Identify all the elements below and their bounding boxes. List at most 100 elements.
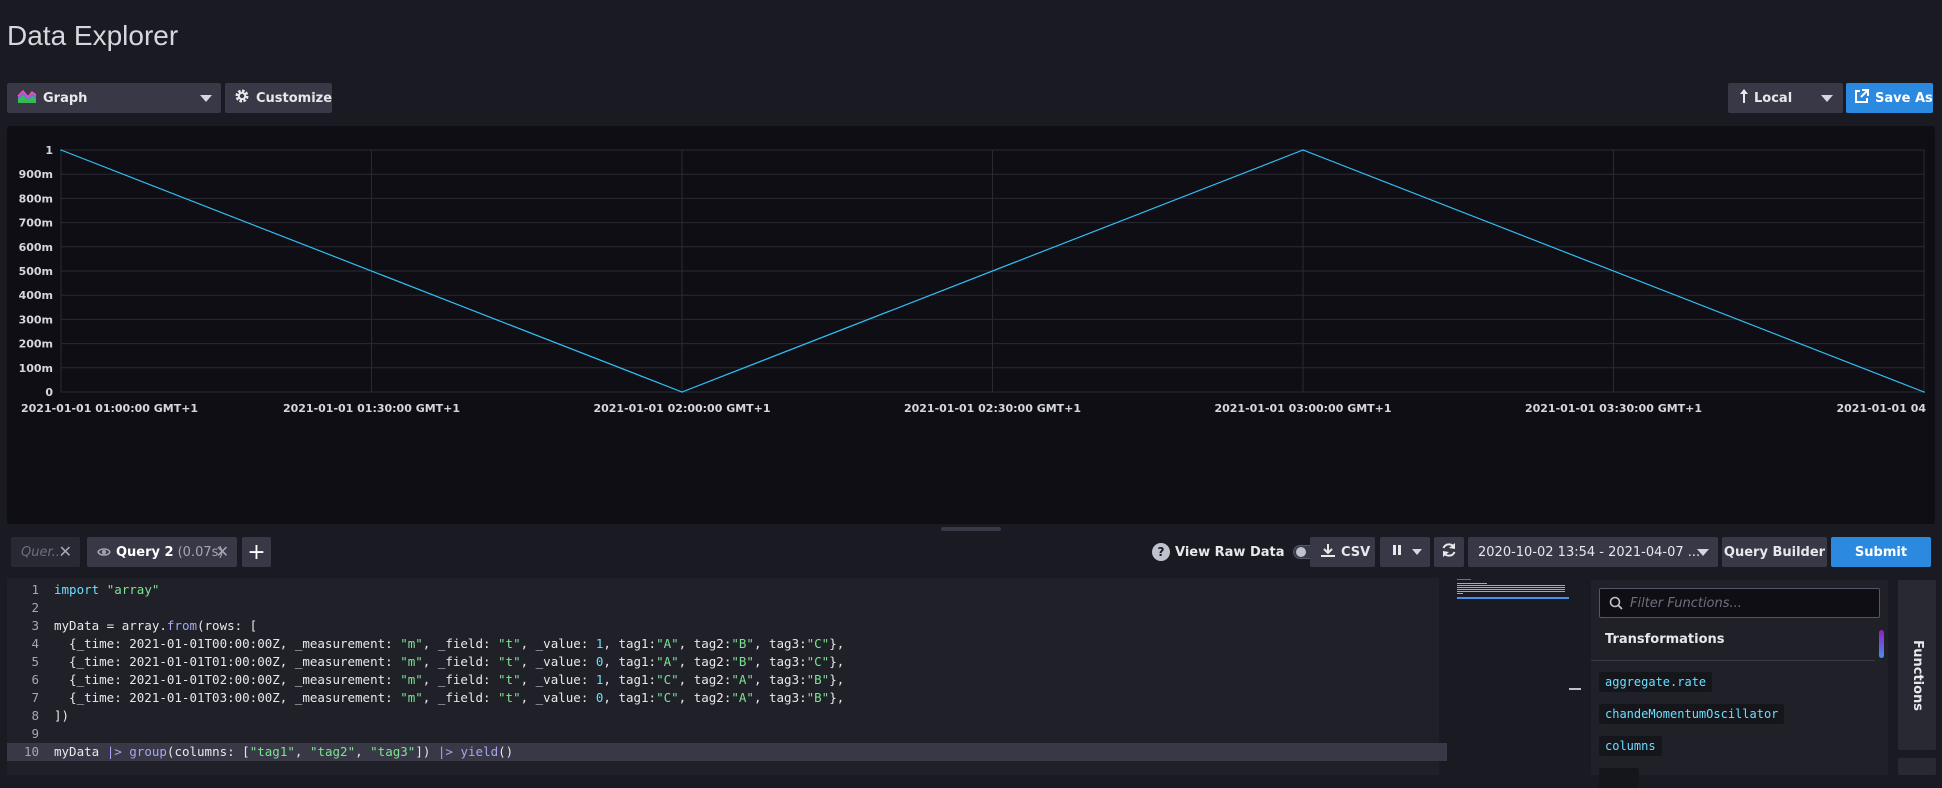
download-icon: [1321, 543, 1335, 561]
x-tick-label: 2021-01-01 02:00:00 GMT+1: [593, 402, 770, 415]
function-item-chande-momentum-oscillator[interactable]: chandeMomentumOscillator: [1599, 704, 1785, 724]
code-line[interactable]: 2: [7, 599, 1447, 617]
y-tick-label: 100m: [19, 362, 53, 375]
chevron-down-icon: [1697, 549, 1709, 556]
pause-icon: [1392, 544, 1402, 560]
code-text: {_time: 2021-01-01T03:00:00Z, _measureme…: [54, 690, 845, 705]
code-text: myData |> group(columns: ["tag1", "tag2"…: [54, 744, 514, 759]
y-tick-label: 800m: [19, 192, 53, 205]
chevron-down-icon: [200, 95, 212, 102]
data-point: [1923, 391, 1925, 393]
question-icon: ?: [1152, 543, 1170, 561]
graph-panel[interactable]: 0 100m 200m 300m 400m 500m 600m 700m 800m 900m 1 20…: [7, 126, 1935, 524]
refresh-button[interactable]: [1434, 537, 1464, 567]
line-number: 9: [31, 726, 39, 741]
x-tick-label: 2021-01-01 04: [1837, 402, 1927, 415]
query-tab-label: Quer...: [21, 544, 65, 560]
line-number: 10: [23, 744, 39, 759]
code-text: {_time: 2021-01-01T01:00:00Z, _measureme…: [54, 654, 845, 669]
functions-scrollbar[interactable]: [1879, 630, 1884, 658]
view-raw-data-toggle[interactable]: ? View Raw Data: [1152, 537, 1321, 567]
minimap-slider[interactable]: [1569, 688, 1581, 690]
function-item-columns[interactable]: columns: [1599, 736, 1662, 756]
filter-functions-placeholder: Filter Functions...: [1630, 595, 1742, 611]
y-tick-label: 900m: [19, 168, 53, 181]
close-icon[interactable]: ✕: [59, 544, 72, 560]
page-title: Data Explorer: [7, 20, 179, 51]
query-tab-label: Query 2: [116, 544, 174, 560]
line-number: 2: [31, 600, 39, 615]
line-number: 6: [31, 672, 39, 687]
code-text: {_time: 2021-01-01T00:00:00Z, _measureme…: [54, 636, 845, 651]
variables-side-tab[interactable]: [1898, 758, 1936, 775]
y-tick-label: 1: [45, 144, 53, 157]
submit-button[interactable]: Submit: [1831, 537, 1931, 567]
query-tab-2[interactable]: Query 2 (0.07s) ✕: [87, 537, 237, 567]
line-number: 7: [31, 690, 39, 705]
code-line[interactable]: 1 import "array": [7, 581, 1447, 599]
search-icon: [1609, 596, 1623, 614]
save-as-label: Save As: [1875, 90, 1933, 106]
y-tick-label: 300m: [19, 313, 53, 326]
code-line[interactable]: 8]): [7, 707, 1447, 725]
pin-icon: [1740, 89, 1748, 107]
line-number: 1: [31, 582, 39, 597]
code-line[interactable]: 6 {_time: 2021-01-01T02:00:00Z, _measure…: [7, 671, 1447, 689]
csv-download-button[interactable]: CSV: [1310, 537, 1375, 567]
y-tick-label: 200m: [19, 338, 53, 351]
save-as-button[interactable]: Save As: [1846, 83, 1933, 113]
timezone-label: Local: [1754, 90, 1793, 106]
functions-side-tab-label: Functions: [1910, 640, 1925, 712]
customize-button[interactable]: Customize: [225, 83, 332, 113]
code-line[interactable]: 5 {_time: 2021-01-01T01:00:00Z, _measure…: [7, 653, 1447, 671]
flux-code-editor[interactable]: 1 import "array" 2 3 myData = array.from(row…: [7, 578, 1447, 775]
code-text: myData = array.from(rows: [: [54, 618, 258, 633]
function-group-heading: Transformations: [1605, 632, 1725, 647]
timezone-dropdown[interactable]: Local: [1728, 83, 1843, 113]
code-line[interactable]: 3 myData = array.from(rows: [: [7, 617, 1447, 635]
function-item-aggregate-rate[interactable]: aggregate.rate: [1599, 672, 1713, 692]
export-icon: [1854, 88, 1869, 108]
y-tick-label: 600m: [19, 241, 53, 254]
graph-type-icon: [17, 88, 37, 108]
code-line[interactable]: 7 {_time: 2021-01-01T03:00:00Z, _measure…: [7, 689, 1447, 707]
divider: [1591, 660, 1875, 661]
query-builder-button[interactable]: Query Builder: [1722, 537, 1827, 567]
code-line[interactable]: 10 myData |> group(columns: ["tag1", "tag…: [7, 743, 1447, 761]
query-tab-1[interactable]: Quer... ✕: [11, 537, 80, 567]
code-text: {_time: 2021-01-01T02:00:00Z, _measureme…: [54, 672, 845, 687]
time-range-label: 2020-10-02 13:54 - 2021-04-07 ...: [1478, 544, 1701, 560]
y-tick-label: 0: [45, 386, 53, 399]
autorefresh-dropdown[interactable]: [1380, 537, 1430, 567]
function-item-partial[interactable]: [1599, 768, 1639, 788]
close-icon[interactable]: ✕: [216, 544, 229, 560]
y-tick-label: 700m: [19, 217, 53, 230]
data-point: [1302, 149, 1304, 151]
x-tick-label: 2021-01-01 01:30:00 GMT+1: [283, 402, 460, 415]
line-number: 4: [31, 636, 39, 651]
code-text: ]): [54, 708, 70, 723]
x-tick-label: 2021-01-01 01:00:00 GMT+1: [21, 402, 198, 415]
visualization-type-dropdown[interactable]: Graph: [7, 83, 221, 113]
code-line[interactable]: 9: [7, 725, 1447, 743]
y-tick-label: 500m: [19, 265, 53, 278]
y-tick-label: 400m: [19, 289, 53, 302]
functions-side-tab[interactable]: Functions: [1898, 580, 1936, 750]
csv-label: CSV: [1341, 544, 1371, 560]
code-line[interactable]: 4 {_time: 2021-01-01T00:00:00Z, _measure…: [7, 635, 1447, 653]
gear-icon: [234, 88, 250, 108]
resize-handle[interactable]: [941, 527, 1001, 531]
filter-functions-input[interactable]: Filter Functions...: [1599, 588, 1880, 618]
add-query-button[interactable]: +: [242, 537, 271, 567]
data-point: [681, 391, 683, 393]
editor-minimap[interactable]: [1455, 578, 1573, 638]
customize-label: Customize: [256, 90, 333, 106]
line-chart[interactable]: 0 100m 200m 300m 400m 500m 600m 700m 800m 900m 1 20…: [7, 126, 1935, 524]
x-tick-label: 2021-01-01 03:30:00 GMT+1: [1525, 402, 1702, 415]
refresh-icon: [1441, 542, 1457, 562]
time-range-dropdown[interactable]: 2020-10-02 13:54 - 2021-04-07 ...: [1468, 537, 1718, 567]
line-number: 3: [31, 618, 39, 633]
eye-icon: [97, 547, 111, 557]
view-raw-data-label: View Raw Data: [1175, 544, 1285, 560]
data-point: [60, 149, 62, 151]
